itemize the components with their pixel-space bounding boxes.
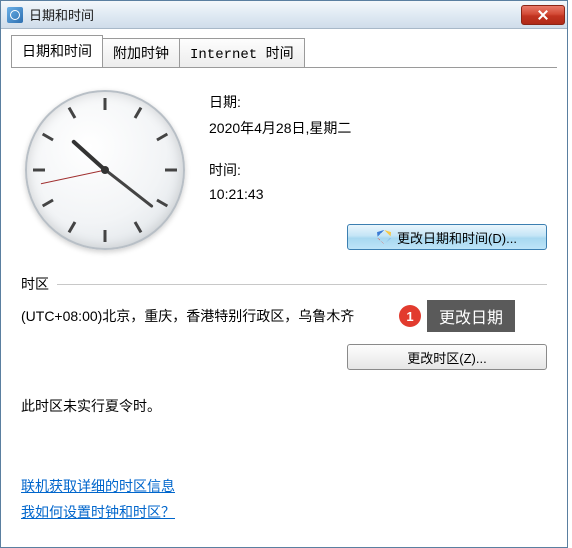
datetime-summary: 日期: 2020年4月28日,星期二 时间: 10:21:43 更改日期和时间(… — [21, 86, 547, 260]
change-datetime-row: 更改日期和时间(D)... — [209, 224, 547, 250]
timezone-section-label: 时区 — [21, 274, 49, 294]
minute-hand — [104, 169, 153, 208]
dst-note: 此时区未实行夏令时。 — [21, 396, 547, 416]
timezone-section-header: 时区 — [21, 274, 547, 294]
tab-additional-clocks[interactable]: 附加时钟 — [102, 38, 180, 68]
change-datetime-button[interactable]: 更改日期和时间(D)... — [347, 224, 547, 250]
timezone-details-link[interactable]: 联机获取详细的时区信息 — [21, 476, 547, 496]
change-timezone-label: 更改时区(Z)... — [407, 348, 486, 367]
tab-date-time[interactable]: 日期和时间 — [11, 35, 103, 67]
clock-app-icon — [7, 7, 23, 23]
tab-internet-time[interactable]: Internet 时间 — [179, 38, 305, 68]
clock-center — [101, 166, 109, 174]
date-label: 日期: — [209, 92, 547, 112]
date-value: 2020年4月28日,星期二 — [209, 118, 547, 138]
how-to-set-link[interactable]: 我如何设置时钟和时区？ — [21, 502, 547, 522]
window-title: 日期和时间 — [29, 5, 521, 24]
annotation-text: 更改日期 — [427, 300, 515, 332]
time-label: 时间: — [209, 160, 547, 180]
time-value: 10:21:43 — [209, 186, 547, 202]
clock-face — [25, 90, 185, 250]
tab-panel: 日期: 2020年4月28日,星期二 时间: 10:21:43 更改日期和时间(… — [11, 67, 557, 547]
shield-icon — [377, 230, 391, 244]
second-hand — [40, 170, 105, 185]
close-icon — [538, 10, 548, 20]
change-datetime-label: 更改日期和时间(D)... — [397, 228, 517, 247]
change-timezone-button[interactable]: 更改时区(Z)... — [347, 344, 547, 370]
titlebar[interactable]: 日期和时间 — [1, 1, 567, 29]
datetime-info: 日期: 2020年4月28日,星期二 时间: 10:21:43 更改日期和时间(… — [209, 86, 547, 260]
annotation-number: 1 — [399, 305, 421, 327]
separator-line — [57, 284, 547, 285]
date-time-window: 日期和时间 日期和时间 附加时钟 Internet 时间 — [0, 0, 568, 548]
analog-clock — [25, 90, 195, 260]
close-button[interactable] — [521, 5, 565, 25]
tab-strip: 日期和时间 附加时钟 Internet 时间 — [1, 29, 567, 67]
annotation-callout: 1 更改日期 — [399, 300, 515, 332]
change-timezone-row: 更改时区(Z)... — [21, 344, 547, 370]
